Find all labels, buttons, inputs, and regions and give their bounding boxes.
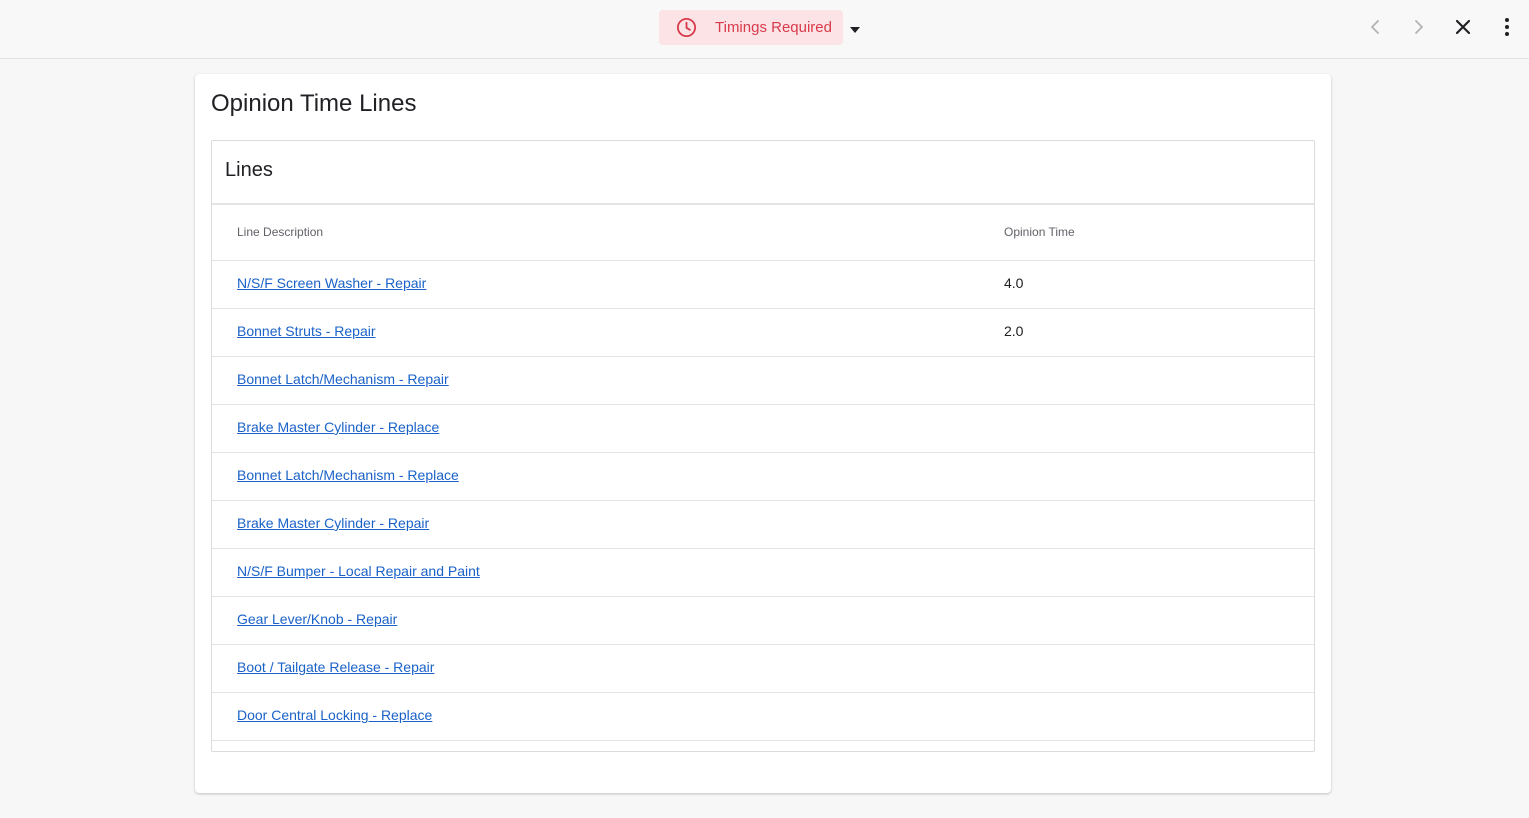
lines-panel: Lines Line Description Opinion Time N/S/…	[211, 140, 1315, 752]
table-row: Bonnet Latch/Mechanism - Replace	[212, 453, 1314, 501]
more-vert-icon[interactable]	[1494, 14, 1520, 40]
opinion-time-value: 4.0	[1004, 275, 1024, 291]
table-row: Brake Master Cylinder - Replace	[212, 405, 1314, 453]
opinion-time-value: 2.0	[1004, 323, 1024, 339]
table-row: Door Central Locking - Replace	[212, 693, 1314, 741]
table-row: Bonnet Struts - Repair 2.0	[212, 309, 1314, 357]
table-row: Boot / Tailgate Release - Repair	[212, 645, 1314, 693]
caret-down-icon[interactable]	[849, 22, 861, 33]
line-description-link[interactable]: Boot / Tailgate Release - Repair	[237, 659, 434, 675]
line-description-link[interactable]: Brake Master Cylinder - Repair	[237, 515, 429, 531]
table-row: Brake Master Cylinder - Repair	[212, 501, 1314, 549]
column-header-opinion-time: Opinion Time	[1004, 225, 1075, 239]
table-row: Bonnet Latch/Mechanism - Repair	[212, 357, 1314, 405]
table-row: Gear Lever/Knob - Repair	[212, 597, 1314, 645]
line-description-link[interactable]: N/S/F Screen Washer - Repair	[237, 275, 426, 291]
line-description-link[interactable]: Bonnet Latch/Mechanism - Repair	[237, 371, 449, 387]
panel-title: Lines	[225, 159, 273, 181]
line-description-link[interactable]: N/S/F Bumper - Local Repair and Paint	[237, 563, 480, 579]
line-description-link[interactable]: Brake Master Cylinder - Replace	[237, 419, 439, 435]
table-header: Line Description Opinion Time	[212, 205, 1314, 261]
page-title: Opinion Time Lines	[211, 90, 417, 117]
table-body: N/S/F Screen Washer - Repair 4.0 Bonnet …	[212, 261, 1314, 741]
clock-icon	[676, 17, 697, 38]
status-chip[interactable]: Timings Required	[659, 10, 843, 45]
line-description-link[interactable]: Bonnet Struts - Repair	[237, 323, 376, 339]
top-toolbar: Timings Required	[0, 0, 1529, 59]
table-row: N/S/F Screen Washer - Repair 4.0	[212, 261, 1314, 309]
chevron-left-icon[interactable]	[1362, 14, 1388, 40]
table-row: N/S/F Bumper - Local Repair and Paint	[212, 549, 1314, 597]
line-description-link[interactable]: Gear Lever/Knob - Repair	[237, 611, 397, 627]
chevron-right-icon[interactable]	[1406, 14, 1432, 40]
line-description-link[interactable]: Door Central Locking - Replace	[237, 707, 432, 723]
status-label: Timings Required	[715, 19, 832, 36]
line-description-link[interactable]: Bonnet Latch/Mechanism - Replace	[237, 467, 459, 483]
close-icon[interactable]	[1450, 14, 1476, 40]
opinion-time-lines-card: Opinion Time Lines Lines Line Descriptio…	[195, 74, 1331, 793]
column-header-line-description: Line Description	[237, 225, 324, 239]
